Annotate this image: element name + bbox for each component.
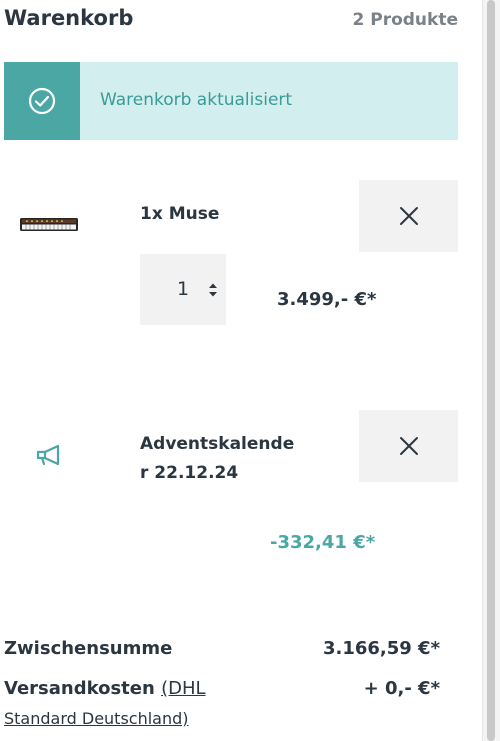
shipping-method-link[interactable]: Standard Deutschland) (4, 709, 189, 728)
alert-message: Warenkorb aktualisiert (100, 90, 293, 110)
shipping-method-link-part[interactable]: (DHL (161, 678, 205, 699)
success-alert: Warenkorb aktualisiert (4, 62, 458, 140)
subtotal-value: 3.166,59 €* (322, 638, 440, 659)
close-icon (399, 437, 418, 455)
scrollbar-thumb[interactable] (487, 0, 495, 741)
item-name[interactable]: Adventskalender 22.12.24 (140, 430, 300, 488)
sort-arrows-icon (209, 283, 217, 297)
shipping-label-text: Versandkosten (4, 678, 155, 699)
item-price: 3.499,- €* (277, 289, 377, 310)
cart-panel: Warenkorb 2 Produkte Warenkorb aktualisi… (0, 0, 482, 741)
megaphone-icon (34, 443, 66, 473)
item-name[interactable]: 1x Muse (140, 200, 300, 229)
close-icon (399, 207, 418, 225)
quantity-value: 1 (177, 278, 190, 300)
cart-title: Warenkorb (4, 6, 134, 30)
synthesizer-thumbnail[interactable] (18, 212, 82, 242)
product-count: 2 Produkte (352, 10, 458, 30)
remove-item-button[interactable] (359, 410, 458, 482)
remove-item-button[interactable] (359, 180, 458, 252)
check-circle-icon (4, 62, 80, 140)
subtotal-label: Zwischensumme (4, 638, 173, 659)
quantity-select[interactable]: 1 (140, 254, 226, 325)
shipping-value: + 0,- €* (363, 678, 440, 699)
discount-price: -332,41 €* (270, 532, 376, 553)
shipping-label: Versandkosten (DHL (4, 678, 206, 699)
